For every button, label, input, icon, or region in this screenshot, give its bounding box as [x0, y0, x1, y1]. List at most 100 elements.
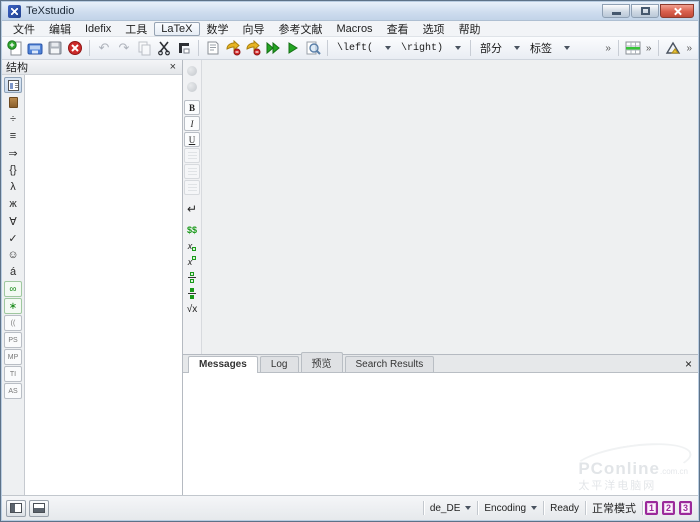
symbol-tab-arrows[interactable]: ⇒: [4, 145, 22, 161]
inline-math-button[interactable]: $$: [184, 222, 200, 237]
minimize-button[interactable]: [602, 4, 630, 18]
view-log-button[interactable]: [303, 38, 323, 58]
menu-item-tools[interactable]: 工具: [118, 20, 154, 38]
format-option-2-button[interactable]: [184, 79, 200, 94]
view-button[interactable]: [283, 38, 303, 58]
maximize-icon: [641, 7, 650, 15]
menu-item-view[interactable]: 查看: [380, 20, 416, 38]
symbol-tab-operators[interactable]: ÷: [4, 111, 22, 127]
bookmark-3-button[interactable]: 3: [679, 501, 692, 515]
copy-button[interactable]: [134, 38, 154, 58]
menu-item-macros[interactable]: Macros: [330, 22, 380, 36]
section-combo[interactable]: 部分: [475, 39, 525, 57]
symbol-tab-delimiters[interactable]: {}: [4, 162, 22, 178]
titlebar[interactable]: TeXstudio: [2, 2, 698, 21]
tab-log[interactable]: Log: [260, 356, 299, 372]
redo-button[interactable]: ↷: [114, 38, 134, 58]
toggle-structure-panel-button[interactable]: [6, 500, 26, 517]
editor-area[interactable]: [202, 60, 698, 354]
build-and-view-icon: [265, 40, 281, 56]
bookmark-2-button[interactable]: 2: [662, 501, 675, 515]
zhe-icon: ж: [9, 198, 16, 210]
align-right-button[interactable]: [184, 180, 200, 195]
sidebar-tab-bookmarks[interactable]: [4, 94, 22, 110]
math-toolbar-button[interactable]: [663, 38, 683, 58]
table-toolbar-button[interactable]: [623, 38, 643, 58]
menu-item-math[interactable]: 数学: [200, 20, 236, 38]
toggle-output-panel-button[interactable]: [29, 500, 49, 517]
close-file-button[interactable]: [65, 38, 85, 58]
frac-button[interactable]: [184, 270, 200, 285]
quick-build-button[interactable]: [243, 38, 263, 58]
language-value: de_DE: [430, 503, 461, 514]
undo-button[interactable]: ↶: [94, 38, 114, 58]
toolbar-overflow-button[interactable]: »: [602, 43, 614, 54]
align-center-button[interactable]: [184, 164, 200, 179]
menu-item-bibliography[interactable]: 参考文献: [272, 20, 330, 38]
chevron-down-icon: [385, 46, 391, 50]
symbol-tab-greek[interactable]: λ: [4, 179, 22, 195]
symbol-tab-pstricks[interactable]: PS: [4, 332, 22, 348]
paste-button[interactable]: [174, 38, 194, 58]
subscript-button[interactable]: x: [184, 238, 200, 253]
symbol-tab-accents[interactable]: á: [4, 264, 22, 280]
chevron-down-icon: [564, 46, 570, 50]
bold-button[interactable]: B: [184, 100, 200, 115]
menu-item-help[interactable]: 帮助: [452, 20, 488, 38]
symbol-tab-asymptote[interactable]: AS: [4, 383, 22, 399]
label-combo[interactable]: 标签: [525, 39, 575, 57]
minimize-icon: [612, 12, 621, 15]
menu-item-latex[interactable]: LaTeX: [154, 22, 199, 36]
symbol-tab-infinity[interactable]: ∞: [4, 281, 22, 297]
menu-item-edit[interactable]: 编辑: [42, 20, 78, 38]
new-document-button[interactable]: [5, 38, 25, 58]
math-toolbar-overflow-button[interactable]: »: [683, 43, 695, 54]
structure-dock-close-button[interactable]: ×: [168, 62, 178, 72]
symbol-tab-misc-text[interactable]: ✓: [4, 230, 22, 246]
symbol-tab-cyrillic[interactable]: ж: [4, 196, 22, 212]
symbol-tab-brackets[interactable]: ((: [4, 315, 22, 331]
structure-tree[interactable]: [24, 75, 182, 495]
underline-button[interactable]: U: [184, 132, 200, 147]
bookmark-1-button[interactable]: 1: [645, 501, 658, 515]
close-button[interactable]: [660, 4, 694, 18]
left-delimiter-value: \left(: [337, 43, 373, 54]
symbol-tab-wasysym[interactable]: ☺: [4, 247, 22, 263]
output-panel-close-button[interactable]: ×: [685, 357, 692, 371]
menu-item-file[interactable]: 文件: [6, 20, 42, 38]
left-delimiter-combo[interactable]: \left(: [332, 39, 396, 57]
table-toolbar-overflow-button[interactable]: »: [643, 43, 655, 54]
maximize-button[interactable]: [631, 4, 659, 18]
log-button[interactable]: [203, 38, 223, 58]
menu-item-options[interactable]: 选项: [416, 20, 452, 38]
right-delimiter-combo[interactable]: \right): [396, 39, 466, 57]
open-button[interactable]: [25, 38, 45, 58]
newline-button[interactable]: ↵: [184, 201, 200, 216]
mode-indicator[interactable]: 正常模式: [586, 500, 642, 516]
symbol-tab-metapost[interactable]: MP: [4, 349, 22, 365]
section-combo-value: 部分: [480, 40, 502, 56]
bottom-panel-layout-icon: [33, 503, 45, 513]
italic-button[interactable]: I: [184, 116, 200, 131]
encoding-selector[interactable]: Encoding: [478, 503, 543, 514]
align-left-button[interactable]: [184, 148, 200, 163]
symbol-tab-tikz[interactable]: TI: [4, 366, 22, 382]
language-selector[interactable]: de_DE: [424, 503, 478, 514]
dfrac-button[interactable]: [184, 286, 200, 301]
build-and-view-button[interactable]: [263, 38, 283, 58]
cut-button[interactable]: [154, 38, 174, 58]
compile-button[interactable]: [223, 38, 243, 58]
menu-item-idefix[interactable]: Idefix: [78, 22, 118, 36]
symbol-tab-misc-math[interactable]: ∀: [4, 213, 22, 229]
save-button[interactable]: [45, 38, 65, 58]
tab-search-results[interactable]: Search Results: [345, 356, 435, 372]
format-option-1-button[interactable]: [184, 63, 200, 78]
tab-preview[interactable]: 预览: [301, 352, 343, 372]
symbol-tab-asterisk[interactable]: ∗: [4, 298, 22, 314]
tab-messages[interactable]: Messages: [188, 356, 258, 373]
symbol-tab-relations[interactable]: ≡: [4, 128, 22, 144]
menu-item-wizard[interactable]: 向导: [236, 20, 272, 38]
sqrt-button[interactable]: √x: [184, 302, 200, 317]
superscript-button[interactable]: x: [184, 254, 200, 269]
sidebar-tab-structure[interactable]: [4, 77, 22, 93]
